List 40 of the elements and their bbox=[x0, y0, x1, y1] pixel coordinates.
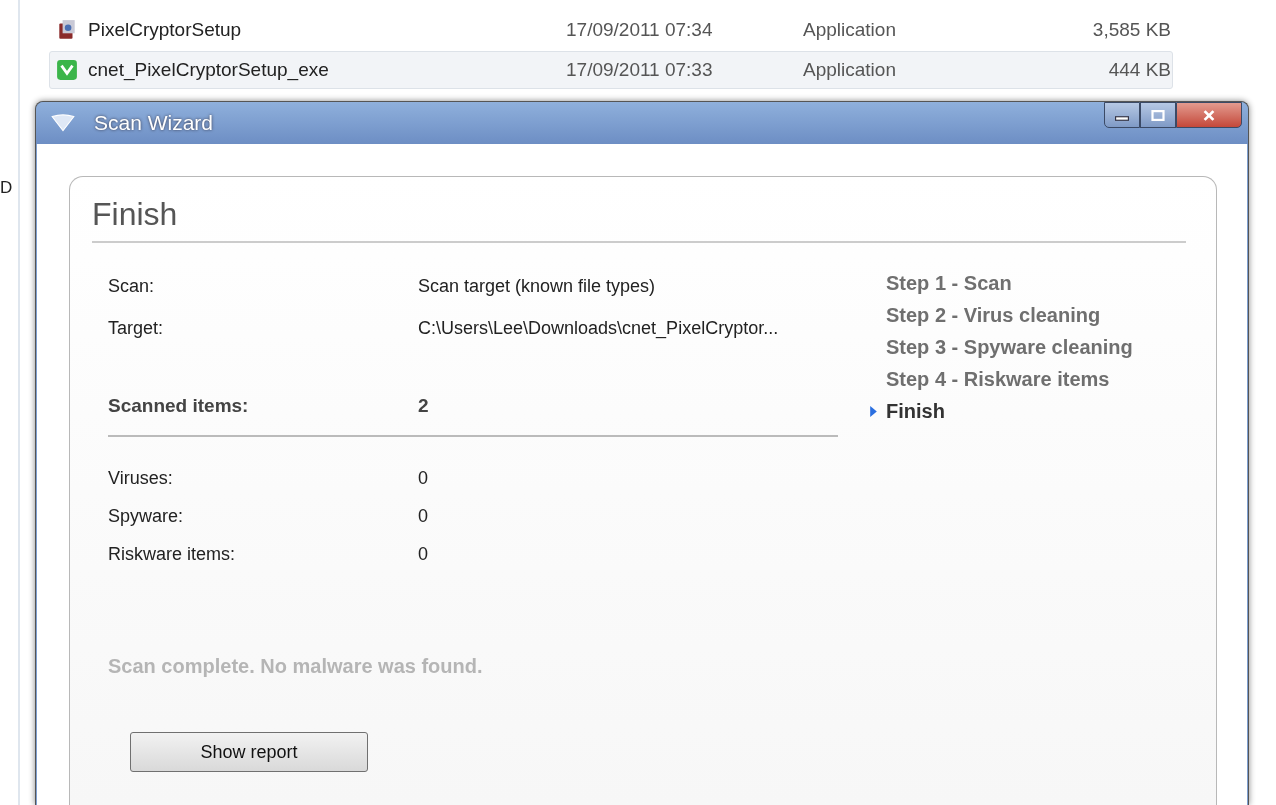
checkmark-app-icon bbox=[56, 59, 78, 81]
file-name: PixelCryptorSetup bbox=[88, 19, 243, 41]
maximize-icon bbox=[1151, 109, 1165, 121]
step-item: Finish bbox=[886, 399, 945, 423]
file-size: 444 KB bbox=[1107, 59, 1171, 81]
field-label: Scan: bbox=[108, 275, 156, 297]
page-heading: Finish bbox=[92, 195, 179, 234]
file-type: Application bbox=[803, 59, 897, 81]
file-row[interactable]: cnet_PixelCryptorSetup_exe 17/09/2011 07:33 Application 444 KB bbox=[49, 51, 1173, 89]
window-title: Scan Wizard bbox=[94, 111, 214, 135]
minimize-icon bbox=[1115, 115, 1129, 121]
field-value: Scan target (known file types) bbox=[418, 275, 656, 297]
step-item: Step 4 - Riskware items bbox=[886, 367, 1110, 391]
file-name: cnet_PixelCryptorSetup_exe bbox=[88, 59, 330, 81]
field-value: 0 bbox=[418, 543, 428, 565]
field-label: Viruses: bbox=[108, 467, 174, 489]
minimize-button[interactable] bbox=[1104, 102, 1140, 128]
step-item: Step 2 - Virus cleaning bbox=[886, 303, 1101, 327]
step-item: Step 3 - Spyware cleaning bbox=[886, 335, 1133, 359]
file-date: 17/09/2011 07:34 bbox=[566, 19, 714, 41]
step-item: Step 1 - Scan bbox=[886, 271, 1012, 295]
arrow-icon bbox=[870, 405, 877, 417]
field-label: Spyware: bbox=[108, 505, 185, 527]
field-value: C:\Users\Lee\Downloads\cnet_PixelCryptor... bbox=[418, 317, 779, 339]
cut-off-text: D bbox=[0, 178, 13, 197]
field-label: Scanned items: bbox=[108, 395, 250, 418]
maximize-button[interactable] bbox=[1140, 102, 1176, 128]
field-label: Target: bbox=[108, 317, 165, 339]
field-value: 2 bbox=[418, 395, 429, 418]
field-value: 0 bbox=[418, 467, 428, 489]
field-value: 0 bbox=[418, 505, 428, 527]
file-date: 17/09/2011 07:33 bbox=[566, 59, 714, 81]
close-icon bbox=[1202, 109, 1216, 121]
show-report-button[interactable]: Show report bbox=[130, 732, 368, 773]
file-row[interactable]: PixelCryptorSetup 17/09/2011 07:34 Application 3,585 KB bbox=[49, 11, 1173, 49]
field-label: Riskware items: bbox=[108, 543, 237, 565]
file-size: 3,585 KB bbox=[1091, 19, 1171, 41]
status-message: Scan complete. No malware was found. bbox=[108, 655, 484, 679]
close-button[interactable] bbox=[1176, 102, 1242, 128]
file-type: Application bbox=[803, 19, 897, 41]
